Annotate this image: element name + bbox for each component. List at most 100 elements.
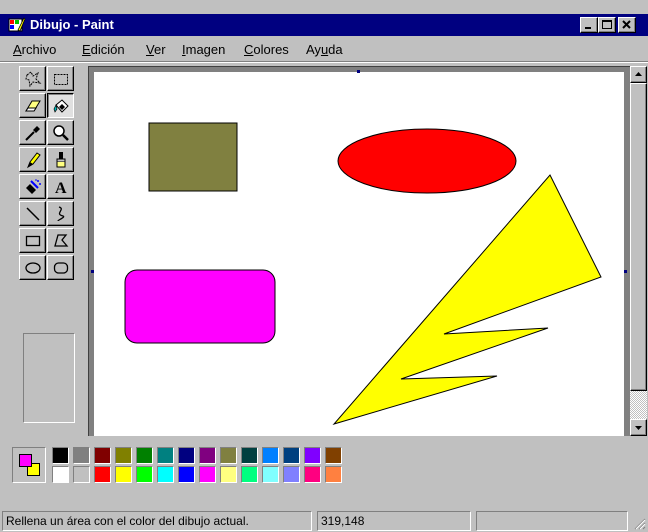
palette-color-bottom-13[interactable]: [325, 466, 342, 483]
palette-color-top-10[interactable]: [262, 447, 279, 464]
palette-color-bottom-12[interactable]: [304, 466, 321, 483]
tool-text[interactable]: A: [47, 174, 74, 199]
palette-color-top-8[interactable]: [220, 447, 237, 464]
current-colors[interactable]: [12, 447, 46, 483]
arrow-down-icon: [635, 426, 642, 430]
tool-rect-select[interactable]: [47, 66, 74, 91]
palette-color-top-7[interactable]: [199, 447, 216, 464]
palette-color-top-5[interactable]: [157, 447, 174, 464]
rounded-rectangle-icon: [53, 262, 69, 274]
color-palette: [10, 443, 410, 491]
palette-color-top-4[interactable]: [136, 447, 153, 464]
status-bar: Rellena un área con el color del dibujo …: [0, 508, 648, 532]
status-coordinates: 319,148: [317, 511, 471, 531]
rect-select-icon: [54, 74, 68, 85]
menu-imagen[interactable]: Imagen: [182, 42, 225, 57]
palette-color-bottom-4[interactable]: [136, 466, 153, 483]
tool-magnifier[interactable]: [47, 120, 74, 145]
curve-icon: [57, 206, 65, 222]
palette-color-top-1[interactable]: [73, 447, 90, 464]
palette-color-top-2[interactable]: [94, 447, 111, 464]
toolbox: A: [13, 66, 81, 428]
tool-airbrush[interactable]: [19, 174, 46, 199]
magenta-rounded-rectangle-shape: [124, 269, 276, 344]
resize-handle-right[interactable]: [624, 270, 627, 273]
close-button[interactable]: [618, 17, 636, 33]
palette-color-bottom-9[interactable]: [241, 466, 258, 483]
resize-handle-left[interactable]: [91, 270, 94, 273]
tool-line[interactable]: [19, 201, 46, 226]
scroll-down-button[interactable]: [630, 419, 647, 436]
menu-edicion[interactable]: Edición: [82, 42, 125, 57]
palette-color-bottom-7[interactable]: [199, 466, 216, 483]
resize-handle-top[interactable]: [357, 70, 360, 73]
tool-rectangle[interactable]: [19, 228, 46, 253]
tool-brush[interactable]: [47, 147, 74, 172]
maximize-button[interactable]: [598, 17, 616, 33]
magnifier-icon: [53, 125, 69, 141]
tool-ellipse[interactable]: [19, 255, 46, 280]
airbrush-icon: [26, 179, 41, 194]
palette-color-bottom-5[interactable]: [157, 466, 174, 483]
red-ellipse-shape: [337, 128, 517, 194]
menu-ayuda[interactable]: Ayuda: [306, 42, 343, 57]
palette-color-bottom-10[interactable]: [262, 466, 279, 483]
tool-fill[interactable]: [47, 93, 74, 118]
minimize-icon: [585, 27, 591, 29]
foreground-color-swatch: [19, 454, 32, 467]
drawing-canvas[interactable]: [94, 72, 624, 436]
line-icon: [26, 207, 40, 221]
rectangle-icon: [25, 235, 41, 247]
canvas-scroll-area: [88, 66, 630, 436]
palette-color-bottom-11[interactable]: [283, 466, 300, 483]
tool-curve[interactable]: [47, 201, 74, 226]
yellow-lightning-shape: [332, 174, 602, 425]
color-picker-icon: [25, 126, 40, 141]
palette-color-bottom-2[interactable]: [94, 466, 111, 483]
tool-eraser[interactable]: [19, 93, 46, 118]
palette-color-bottom-0[interactable]: [52, 466, 69, 483]
palette-color-top-0[interactable]: [52, 447, 69, 464]
status-size: [476, 511, 628, 531]
menu-separator: [0, 61, 648, 63]
eraser-icon: [25, 100, 41, 112]
fill-bucket-icon: [53, 99, 69, 113]
palette-color-top-6[interactable]: [178, 447, 195, 464]
drawing-layer: [124, 122, 602, 425]
vertical-scrollbar[interactable]: [630, 66, 647, 436]
status-message: Rellena un área con el color del dibujo …: [2, 511, 312, 531]
window-title: Dibujo - Paint: [30, 17, 114, 32]
menu-bar: Archivo Edición Ver Imagen Colores Ayuda: [0, 38, 648, 60]
palette-color-top-13[interactable]: [325, 447, 342, 464]
tool-options-panel[interactable]: [23, 333, 75, 423]
tool-pencil[interactable]: [19, 147, 46, 172]
minimize-button[interactable]: [580, 17, 598, 33]
palette-color-bottom-3[interactable]: [115, 466, 132, 483]
palette-color-bottom-8[interactable]: [220, 466, 237, 483]
text-icon: A: [55, 180, 67, 196]
menu-colores[interactable]: Colores: [244, 42, 289, 57]
palette-color-bottom-6[interactable]: [178, 466, 195, 483]
palette-color-top-9[interactable]: [241, 447, 258, 464]
title-bar[interactable]: Dibujo - Paint: [0, 14, 648, 36]
menu-archivo[interactable]: Archivo: [13, 42, 56, 57]
size-grip-icon[interactable]: [632, 516, 646, 530]
scroll-track[interactable]: [630, 391, 647, 419]
palette-color-top-11[interactable]: [283, 447, 300, 464]
paint-window: Dibujo - Paint Archivo Edición Ver Image…: [0, 0, 648, 532]
scroll-up-button[interactable]: [630, 66, 647, 83]
palette-color-top-3[interactable]: [115, 447, 132, 464]
close-icon: [622, 20, 631, 29]
menu-ver[interactable]: Ver: [146, 42, 166, 57]
paint-app-icon[interactable]: [8, 16, 26, 34]
pencil-icon: [26, 152, 41, 169]
brush-icon: [56, 152, 66, 168]
tool-rounded-rectangle[interactable]: [47, 255, 74, 280]
tool-polygon[interactable]: [47, 228, 74, 253]
tool-free-form-select[interactable]: [19, 66, 46, 91]
palette-color-bottom-1[interactable]: [73, 466, 90, 483]
olive-rectangle-shape: [148, 122, 238, 192]
palette-color-top-12[interactable]: [304, 447, 321, 464]
tool-pick-color[interactable]: [19, 120, 46, 145]
scroll-thumb[interactable]: [630, 83, 647, 391]
